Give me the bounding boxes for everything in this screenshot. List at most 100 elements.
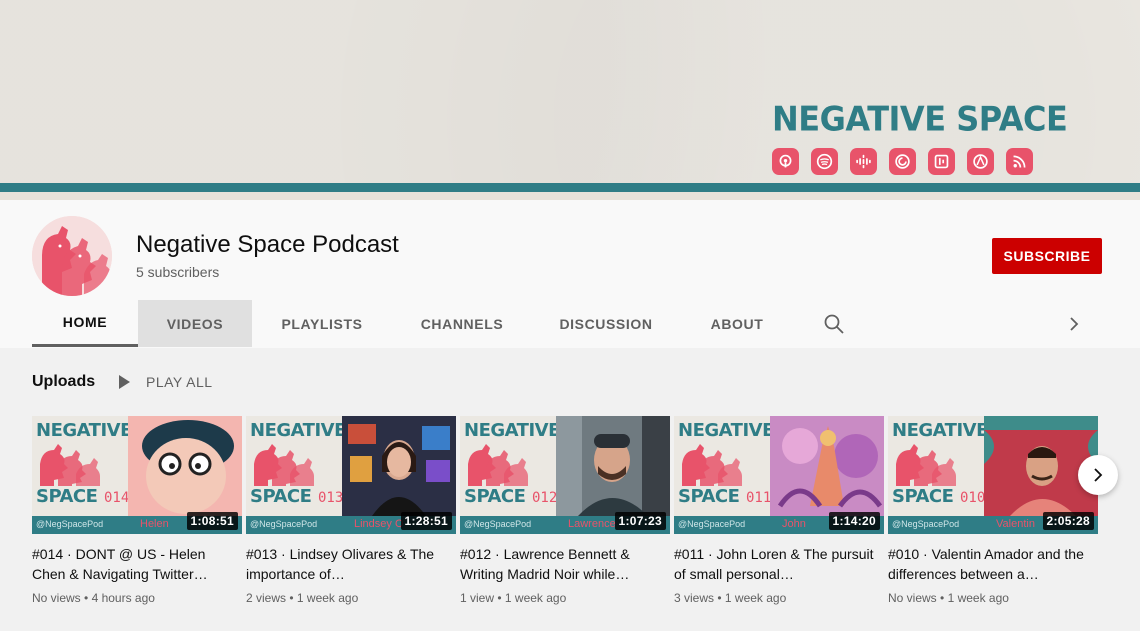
meta-separator: • bbox=[494, 591, 505, 605]
channel-name: Negative Space Podcast bbox=[136, 231, 399, 258]
video-duration: 1:07:23 bbox=[614, 512, 666, 530]
pocket-casts-icon bbox=[889, 148, 916, 175]
apple-podcasts-icon bbox=[772, 148, 799, 175]
video-title[interactable]: #013 · Lindsey Olivares & The importance… bbox=[246, 544, 456, 584]
video-thumbnail[interactable]: NEGATIVE SPACE 014 @NegSpacePod Helen 1:… bbox=[32, 416, 242, 534]
guest-photo bbox=[770, 416, 884, 516]
video-card[interactable]: NEGATIVE SPACE 014 @NegSpacePod Helen 1:… bbox=[32, 416, 242, 605]
banner-stripe bbox=[0, 183, 1140, 192]
uploads-title[interactable]: Uploads bbox=[32, 373, 95, 391]
tab-videos[interactable]: VIDEOS bbox=[138, 300, 252, 347]
video-metadata: No views • 4 hours ago bbox=[32, 591, 242, 605]
spotify-icon bbox=[811, 148, 838, 175]
banner-title: NEGATIVE SPACE bbox=[772, 99, 1068, 139]
search-icon[interactable] bbox=[822, 312, 850, 336]
channel-avatar[interactable] bbox=[32, 216, 112, 296]
meta-separator: • bbox=[80, 591, 92, 605]
guest-name: Valentin bbox=[996, 518, 1035, 530]
play-icon bbox=[119, 375, 130, 389]
meta-separator: • bbox=[286, 591, 297, 605]
banner-platform-icons bbox=[772, 148, 1033, 175]
thumbnail-faces-logo bbox=[682, 444, 742, 486]
thumbnail-negative-text: NEGATIVE bbox=[678, 420, 774, 441]
guest-photo bbox=[342, 416, 456, 516]
guest-photo bbox=[556, 416, 670, 516]
play-all-label: PLAY ALL bbox=[146, 374, 213, 390]
tab-home[interactable]: HOME bbox=[32, 300, 138, 347]
twitter-handle: @NegSpacePod bbox=[250, 519, 318, 529]
view-count: No views bbox=[888, 591, 937, 605]
thumbnail-negative-text: NEGATIVE bbox=[464, 420, 560, 441]
video-card[interactable]: NEGATIVE SPACE 013 @NegSpacePod Lindsey … bbox=[246, 416, 456, 605]
rss-icon bbox=[1006, 148, 1033, 175]
channel-tabs: HOME VIDEOS PLAYLISTS CHANNELS DISCUSSIO… bbox=[0, 300, 1140, 348]
chevron-right-icon bbox=[1094, 468, 1103, 482]
video-thumbnail[interactable]: NEGATIVE SPACE 010 @NegSpacePod Valentin… bbox=[888, 416, 1098, 534]
view-count: No views bbox=[32, 591, 81, 605]
thumbnail-faces-logo bbox=[40, 444, 100, 486]
banner-bottom-edge bbox=[0, 192, 1140, 200]
subscriber-count: 5 subscribers bbox=[136, 264, 220, 280]
tab-channels[interactable]: CHANNELS bbox=[392, 300, 532, 347]
tab-about[interactable]: ABOUT bbox=[680, 300, 794, 347]
guest-name: John bbox=[782, 518, 806, 530]
guest-name: Helen bbox=[140, 518, 169, 530]
video-card[interactable]: NEGATIVE SPACE 011 @NegSpacePod John 1:1… bbox=[674, 416, 884, 605]
episode-number: 011 bbox=[746, 490, 772, 506]
thumbnail-space-text: SPACE bbox=[678, 486, 740, 507]
episode-number: 013 bbox=[318, 490, 344, 506]
video-duration: 1:08:51 bbox=[186, 512, 238, 530]
upload-age: 1 week ago bbox=[296, 591, 359, 605]
thumbnail-negative-text: NEGATIVE bbox=[36, 420, 132, 441]
guest-name: Lindsey O bbox=[354, 518, 404, 530]
twitter-handle: @NegSpacePod bbox=[892, 519, 960, 529]
thumbnail-negative-text: NEGATIVE bbox=[250, 420, 346, 441]
subscribe-button[interactable]: SUBSCRIBE bbox=[992, 238, 1102, 274]
view-count: 1 view bbox=[460, 591, 495, 605]
play-all-button[interactable]: PLAY ALL bbox=[116, 370, 213, 394]
chevron-right-icon[interactable] bbox=[1062, 312, 1086, 336]
video-thumbnail[interactable]: NEGATIVE SPACE 013 @NegSpacePod Lindsey … bbox=[246, 416, 456, 534]
episode-number: 012 bbox=[532, 490, 558, 506]
overcast-icon bbox=[967, 148, 994, 175]
video-thumbnail[interactable]: NEGATIVE SPACE 012 @NegSpacePod Lawrence… bbox=[460, 416, 670, 534]
castbox-icon bbox=[928, 148, 955, 175]
video-duration: 1:14:20 bbox=[828, 512, 880, 530]
upload-age: 1 week ago bbox=[504, 591, 567, 605]
meta-separator: • bbox=[714, 591, 725, 605]
video-duration: 2:05:28 bbox=[1042, 512, 1094, 530]
episode-number: 014 bbox=[104, 490, 130, 506]
video-title[interactable]: #014 · DONT @ US - Helen Chen & Navigati… bbox=[32, 544, 242, 584]
shelf-next-button[interactable] bbox=[1078, 455, 1118, 495]
video-metadata: No views • 1 week ago bbox=[888, 591, 1098, 605]
view-count: 2 views bbox=[246, 591, 287, 605]
video-card[interactable]: NEGATIVE SPACE 010 @NegSpacePod Valentin… bbox=[888, 416, 1098, 605]
video-card[interactable]: NEGATIVE SPACE 012 @NegSpacePod Lawrence… bbox=[460, 416, 670, 605]
video-metadata: 2 views • 1 week ago bbox=[246, 591, 456, 605]
video-title[interactable]: #011 · John Loren & The pursuit of small… bbox=[674, 544, 884, 584]
upload-age: 1 week ago bbox=[947, 591, 1009, 605]
video-metadata: 3 views • 1 week ago bbox=[674, 591, 884, 605]
channel-banner: NEGATIVE SPACE bbox=[0, 0, 1140, 200]
thumbnail-faces-logo bbox=[468, 444, 528, 486]
thumbnail-faces-logo bbox=[896, 444, 956, 486]
video-title[interactable]: #012 · Lawrence Bennett & Writing Madrid… bbox=[460, 544, 670, 584]
twitter-handle: @NegSpacePod bbox=[678, 519, 746, 529]
channel-header: Negative Space Podcast 5 subscribers SUB… bbox=[0, 200, 1140, 348]
thumbnail-space-text: SPACE bbox=[250, 486, 312, 507]
guest-name: Lawrence bbox=[568, 518, 616, 530]
upload-age: 1 week ago bbox=[724, 591, 787, 605]
video-metadata: 1 view • 1 week ago bbox=[460, 591, 670, 605]
tab-discussion[interactable]: DISCUSSION bbox=[532, 300, 680, 347]
video-duration: 1:28:51 bbox=[400, 512, 452, 530]
episode-number: 010 bbox=[960, 490, 986, 506]
video-thumbnail[interactable]: NEGATIVE SPACE 011 @NegSpacePod John 1:1… bbox=[674, 416, 884, 534]
view-count: 3 views bbox=[674, 591, 715, 605]
thumbnail-negative-text: NEGATIVE bbox=[892, 420, 988, 441]
google-podcasts-icon bbox=[850, 148, 877, 175]
tab-playlists[interactable]: PLAYLISTS bbox=[252, 300, 392, 347]
thumbnail-space-text: SPACE bbox=[464, 486, 526, 507]
video-title[interactable]: #010 · Valentin Amador and the differenc… bbox=[888, 544, 1098, 584]
twitter-handle: @NegSpacePod bbox=[464, 519, 532, 529]
meta-separator: • bbox=[936, 591, 948, 605]
